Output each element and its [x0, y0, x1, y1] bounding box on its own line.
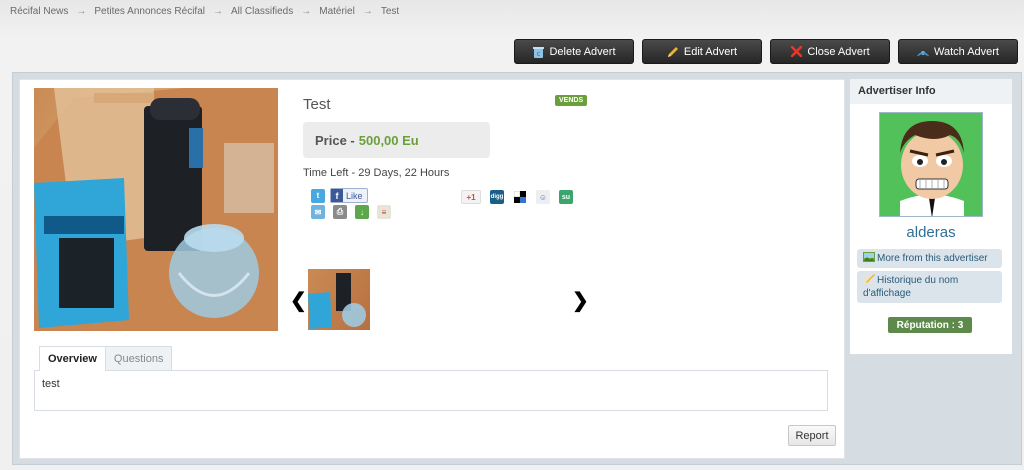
breadcrumb-link-materiel[interactable]: Matériel — [319, 6, 355, 17]
advert-title: Test — [303, 96, 331, 113]
pencil-icon — [667, 46, 679, 58]
time-left-text: Time Left - 29 Days, 22 Hours — [303, 167, 450, 179]
breadcrumb: Récifal News → Petites Annonces Récifal … — [10, 6, 399, 17]
delicious-icon[interactable] — [513, 190, 527, 204]
download-icon[interactable]: ↓ — [355, 205, 369, 219]
breadcrumb-separator: → — [76, 6, 87, 17]
facebook-like-button[interactable]: f Like — [330, 188, 368, 203]
gallery-icon — [863, 252, 875, 262]
report-button[interactable]: Report — [788, 425, 836, 446]
breadcrumb-separator: → — [212, 6, 223, 17]
social-row-right: +1 digg ☺ su — [461, 190, 573, 204]
price-box: Price - 500,00 Eu — [303, 122, 490, 158]
price-label: Price - — [315, 132, 355, 148]
close-advert-label: Close Advert — [807, 45, 870, 58]
breadcrumb-link-all-classifieds[interactable]: All Classifieds — [231, 6, 293, 17]
edit-note-icon — [863, 274, 875, 284]
social-row-top: t f Like — [311, 188, 368, 203]
svg-text:c: c — [537, 50, 541, 58]
email-icon[interactable]: ✉ — [311, 205, 325, 219]
price-value: 500,00 Eu — [358, 132, 419, 148]
close-advert-button[interactable]: Close Advert — [770, 39, 890, 64]
watch-broadcast-icon — [917, 46, 929, 58]
stumbleupon-icon[interactable]: su — [559, 190, 573, 204]
gallery-prev-arrow[interactable]: ❮ — [290, 288, 307, 313]
breadcrumb-link-petites-annonces[interactable]: Petites Annonces Récifal — [94, 6, 205, 17]
breadcrumb-separator: → — [362, 6, 373, 17]
gallery-thumbnail[interactable] — [308, 269, 370, 330]
reputation-badge: Réputation : 3 — [888, 317, 972, 333]
google-plus-icon[interactable]: +1 — [461, 190, 481, 204]
advert-tabs: Overview Questions — [39, 346, 173, 371]
advert-container: Test VENDS Price - 500,00 Eu Time Left -… — [12, 72, 1022, 465]
advert-main-photo[interactable] — [34, 88, 278, 331]
advert-type-badge: VENDS — [555, 95, 588, 106]
display-name-history-link[interactable]: Historique du nom d'affichage — [857, 271, 1002, 303]
advertiser-info-header: Advertiser Info — [850, 79, 1012, 104]
print-icon[interactable]: ⎙ — [333, 205, 347, 219]
edit-advert-label: Edit Advert — [683, 45, 738, 58]
more-from-advertiser-link[interactable]: More from this advertiser — [857, 249, 1002, 268]
advertiser-username[interactable]: alderas — [850, 224, 1012, 241]
advert-action-bar: c Delete Advert Edit Advert Close Advert… — [514, 39, 1018, 64]
tab-content-overview: test — [34, 370, 828, 411]
facebook-icon: f — [331, 189, 343, 202]
breadcrumb-separator: → — [301, 6, 312, 17]
delete-advert-label: Delete Advert — [549, 45, 616, 58]
more-from-advertiser-label: More from this advertiser — [877, 253, 988, 264]
trash-icon: c — [532, 46, 544, 58]
breadcrumb-link-recifal-news[interactable]: Récifal News — [10, 6, 68, 17]
gallery-next-arrow[interactable]: ❯ — [572, 288, 589, 313]
reddit-icon[interactable]: ☺ — [536, 190, 550, 204]
tab-overview[interactable]: Overview — [39, 346, 106, 371]
advertiser-info-panel: Advertiser Info alderas More from this a… — [850, 79, 1012, 354]
social-row-bottom: ✉ ⎙ ↓ ≡ — [311, 205, 391, 219]
display-name-history-label: Historique du nom d'affichage — [863, 275, 959, 299]
delete-advert-button[interactable]: c Delete Advert — [514, 39, 634, 64]
digg-icon[interactable]: digg — [490, 190, 504, 204]
pdf-icon[interactable]: ≡ — [377, 205, 391, 219]
tab-questions[interactable]: Questions — [105, 346, 173, 371]
edit-advert-button[interactable]: Edit Advert — [642, 39, 762, 64]
watch-advert-label: Watch Advert — [933, 45, 999, 58]
twitter-icon[interactable]: t — [311, 188, 325, 203]
advert-main-panel: Test VENDS Price - 500,00 Eu Time Left -… — [19, 79, 845, 459]
watch-advert-button[interactable]: Watch Advert — [898, 39, 1018, 64]
facebook-like-label: Like — [346, 190, 363, 201]
advertiser-avatar[interactable] — [879, 112, 983, 217]
close-icon — [790, 46, 802, 58]
breadcrumb-current-test[interactable]: Test — [381, 6, 399, 17]
